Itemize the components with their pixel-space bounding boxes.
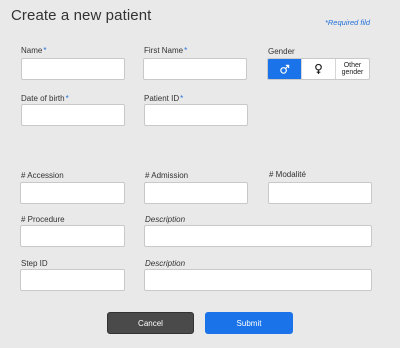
name-label-text: Name [21,46,43,55]
modalite-field[interactable] [268,182,372,204]
required-star: * [65,94,69,103]
first-name-label: First Name* [144,46,187,55]
first-name-label-text: First Name [144,46,184,55]
dob-field[interactable] [21,104,125,126]
procedure-field[interactable] [20,225,125,247]
gender-label: Gender [268,47,295,56]
name-label: Name* [21,46,46,55]
required-note-text: Required fild [327,18,370,27]
step-id-label: Step ID [21,259,48,268]
create-patient-dialog: Create a new patient *Required fild Name… [0,0,400,348]
admission-label: # Admission [145,171,189,180]
step-description-label: Description [145,259,186,268]
accession-label: # Accession [21,171,64,180]
submit-button[interactable]: Submit [205,312,293,334]
required-star: * [180,94,184,103]
patient-id-label-text: Patient ID [144,94,180,103]
name-field[interactable] [21,58,125,80]
patient-id-label: Patient ID* [144,94,183,103]
male-icon [280,64,290,74]
procedure-label: # Procedure [21,215,65,224]
admission-field[interactable] [144,182,248,204]
female-icon [315,63,322,75]
modalite-label: # Modalité [269,170,306,179]
description-label: Description [145,215,186,224]
dob-label-text: Date of birth [21,94,65,103]
cancel-button[interactable]: Cancel [107,312,194,334]
accession-field[interactable] [20,182,125,204]
dob-label: Date of birth* [21,94,69,103]
gender-female-option[interactable] [302,59,336,79]
gender-toggle-group: Other gender [267,58,370,80]
page-title: Create a new patient [11,7,152,24]
gender-other-option[interactable]: Other gender [336,59,369,79]
first-name-field[interactable] [143,58,247,80]
step-id-field[interactable] [20,269,125,291]
required-field-note: *Required fild [325,18,370,27]
patient-id-field[interactable] [144,104,248,126]
required-star: * [43,46,47,55]
description-field[interactable] [144,225,372,247]
gender-male-option[interactable] [268,59,302,79]
required-star: * [184,46,188,55]
step-description-field[interactable] [144,269,372,291]
